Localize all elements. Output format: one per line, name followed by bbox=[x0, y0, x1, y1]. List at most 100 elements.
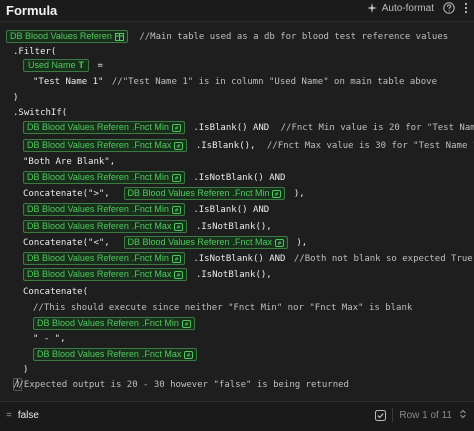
code-line: //This should execute since neither "Fnc… bbox=[33, 301, 412, 316]
is-not-blank-comma: .IsNotBlank(), bbox=[195, 222, 272, 232]
svg-text:#: # bbox=[275, 192, 280, 198]
code-line: ) bbox=[13, 91, 18, 106]
close-comma: ), bbox=[296, 238, 308, 248]
formula-title: Formula bbox=[6, 3, 58, 18]
svg-text:#: # bbox=[187, 353, 192, 359]
sparkles-icon bbox=[366, 3, 377, 13]
fnct-min-chip[interactable]: DB Blood Values Referen .Fnct Min # bbox=[123, 187, 286, 200]
close-comma: ), bbox=[293, 189, 305, 199]
code-line: DB Blood Values Referen .Fnct Max # bbox=[33, 348, 198, 363]
code-line: DB Blood Values Referen .Fnct Min # .IsNo… bbox=[23, 252, 474, 267]
string-literal: " - ", bbox=[33, 334, 66, 344]
code-line: DB Blood Values Referen .Fnct Min # .IsBl… bbox=[23, 121, 474, 136]
comment: //Expected output is 20 - 30 however "fa… bbox=[13, 380, 349, 390]
code-line: Concatenate( bbox=[23, 285, 88, 300]
code-line: .SwitchIf( bbox=[13, 106, 67, 121]
comment: //Both not blank so expected True condit… bbox=[293, 254, 474, 264]
number-type-icon: # bbox=[174, 141, 184, 150]
number-type-icon: # bbox=[274, 238, 284, 247]
code-line: DB Blood Values Referen .Fnct Max # .IsNo… bbox=[23, 268, 272, 283]
comment: //Fnct Min value is 20 for "Test Name 1" bbox=[280, 123, 474, 133]
fnct-max-chip[interactable]: DB Blood Values Referen .Fnct Max # bbox=[123, 236, 288, 249]
code-line: "Test Name 1" //"Test Name 1" is in colu… bbox=[33, 75, 437, 90]
code-line: DB Blood Values Referen .Fnct Max # .IsNo… bbox=[23, 220, 272, 235]
code-line: DB Blood Values Referen .Fnct Min # .IsNo… bbox=[23, 171, 285, 186]
concatenate-lt: Concatenate("<", bbox=[23, 238, 110, 248]
number-type-icon: # bbox=[171, 173, 181, 182]
more-options-icon[interactable] bbox=[464, 2, 468, 14]
concatenate-open: Concatenate( bbox=[23, 287, 89, 297]
fnct-min-chip[interactable]: DB Blood Values Referen .Fnct Min # bbox=[23, 121, 185, 134]
is-blank-comma: .IsBlank(), bbox=[195, 141, 256, 151]
svg-text:#: # bbox=[277, 241, 282, 247]
table-chip[interactable]: DB Blood Values Referen bbox=[6, 30, 128, 43]
svg-text:#: # bbox=[174, 208, 179, 214]
string-literal: "Both Are Blank", bbox=[23, 157, 116, 167]
close-paren: ) bbox=[13, 93, 19, 103]
comment: //This should execute since neither "Fnc… bbox=[33, 303, 413, 313]
chevron-icon[interactable] bbox=[458, 409, 468, 421]
table-icon bbox=[114, 32, 124, 41]
number-type-icon: # bbox=[184, 350, 194, 359]
filter-call: .Filter( bbox=[13, 47, 57, 57]
auto-format-button[interactable]: Auto-format bbox=[366, 2, 434, 14]
number-type-icon: # bbox=[272, 189, 282, 198]
code-line: "Both Are Blank", bbox=[23, 155, 115, 170]
header-actions: Auto-format bbox=[366, 2, 468, 14]
footer-controls: Row 1 of 11 bbox=[375, 408, 468, 422]
used-name-chip[interactable]: Used Name T bbox=[23, 59, 90, 72]
svg-text:#: # bbox=[177, 273, 182, 279]
code-line: DB Blood Values Referen.Fnct Min # ), bbox=[33, 317, 195, 332]
code-line: " - ", bbox=[33, 332, 66, 347]
is-not-blank-comma: .IsNotBlank(), bbox=[195, 270, 272, 280]
switchif-call: .SwitchIf( bbox=[13, 108, 68, 118]
equals-operator: = bbox=[97, 61, 103, 71]
number-type-icon: # bbox=[174, 270, 184, 279]
code-line: //Expected output is 20 - 30 however "fa… bbox=[13, 378, 349, 393]
svg-text:#: # bbox=[174, 257, 179, 263]
fnct-min-chip[interactable]: DB Blood Values Referen .Fnct Min # bbox=[33, 317, 195, 330]
code-line: .Filter( bbox=[13, 45, 56, 60]
check-square-icon[interactable] bbox=[375, 409, 387, 421]
svg-text:#: # bbox=[174, 176, 179, 182]
code-line: DB Blood Values Referen .Fnct Max # .IsBl… bbox=[23, 139, 474, 154]
number-type-icon: # bbox=[171, 123, 181, 132]
auto-format-label: Auto-format bbox=[381, 2, 434, 14]
comment: //Fnct Max value is 30 for "Test Name 1" bbox=[266, 141, 474, 151]
code-line: ) bbox=[23, 363, 28, 378]
fnct-max-chip[interactable]: DB Blood Values Referen .Fnct Max # bbox=[23, 268, 188, 281]
number-type-icon: # bbox=[171, 205, 181, 214]
formula-result-bar: = false Row 1 of 11 bbox=[0, 401, 474, 431]
is-blank-and: .IsBlank() AND bbox=[193, 205, 270, 215]
is-blank-and: .IsBlank() AND bbox=[193, 123, 270, 133]
code-line: DB Blood Values Referen //Main table use… bbox=[6, 30, 448, 45]
fnct-max-chip[interactable]: DB Blood Values Referen .Fnct Max # bbox=[23, 139, 188, 152]
formula-editor[interactable]: DB Blood Values Referen //Main table use… bbox=[0, 22, 474, 401]
fnct-max-chip[interactable]: DB Blood Values Referen .Fnct Max # bbox=[23, 220, 188, 233]
number-type-icon: # bbox=[181, 319, 191, 328]
row-indicator: Row 1 of 11 bbox=[399, 409, 452, 421]
divider bbox=[392, 408, 394, 422]
comment: //Main table used as a db for blood test… bbox=[139, 32, 449, 42]
help-icon[interactable] bbox=[443, 2, 455, 14]
is-not-blank-and: .IsNotBlank() AND bbox=[193, 173, 286, 183]
close-paren: ) bbox=[23, 365, 29, 375]
comment: //"Test Name 1" is in column "Used Name"… bbox=[111, 77, 437, 87]
code-line: Used Name T = bbox=[23, 59, 103, 74]
text-type-icon: T bbox=[78, 60, 85, 70]
result-value: false bbox=[17, 410, 39, 421]
fnct-max-chip[interactable]: DB Blood Values Referen .Fnct Max # bbox=[33, 348, 198, 361]
formula-header: Formula Auto-format bbox=[0, 0, 474, 22]
fnct-min-chip[interactable]: DB Blood Values Referen .Fnct Min # bbox=[23, 252, 185, 265]
svg-text:#: # bbox=[177, 144, 182, 150]
fnct-min-chip[interactable]: DB Blood Values Referen .Fnct Min # bbox=[23, 171, 185, 184]
code-line: Concatenate(">", DB Blood Values Referen… bbox=[23, 187, 305, 202]
result-preview: = false bbox=[6, 410, 39, 421]
string-literal: "Test Name 1" bbox=[33, 77, 104, 87]
number-type-icon: # bbox=[171, 254, 181, 263]
svg-text:#: # bbox=[174, 126, 179, 132]
code-line: DB Blood Values Referen .Fnct Min # .IsBl… bbox=[23, 203, 269, 218]
svg-text:#: # bbox=[184, 322, 189, 328]
fnct-min-chip[interactable]: DB Blood Values Referen .Fnct Min # bbox=[23, 203, 185, 216]
result-equals: = bbox=[6, 410, 12, 421]
